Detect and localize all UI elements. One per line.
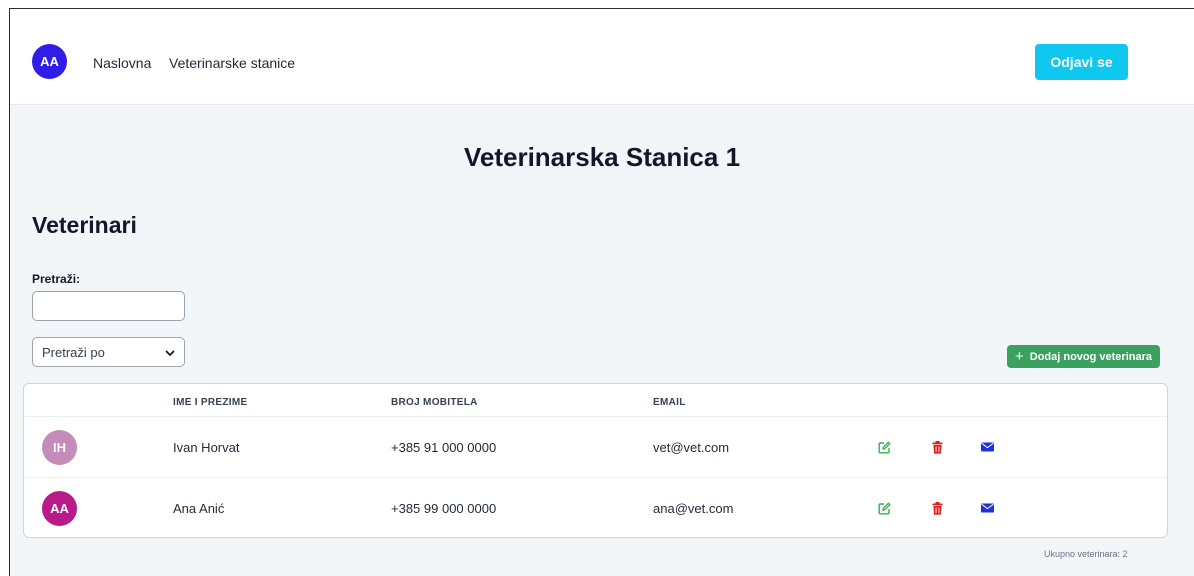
search-input[interactable] (32, 291, 185, 321)
vet-email: ana@vet.com (653, 501, 734, 516)
add-veterinarian-label: Dodaj novog veterinara (1029, 350, 1153, 363)
logout-button[interactable]: Odjavi se (1035, 44, 1128, 80)
app-frame: AA Naslovna Veterinarske stanice Odjavi … (9, 8, 1194, 576)
search-by-select-value: Pretraži po (42, 344, 105, 360)
table-row: IH Ivan Horvat +385 91 000 0000 vet@vet.… (24, 416, 1167, 477)
add-veterinarian-button[interactable]: + Dodaj novog veterinara (1007, 345, 1160, 368)
nav-link-home[interactable]: Naslovna (93, 55, 151, 71)
column-header-phone: BROJ MOBITELA (391, 397, 478, 408)
vet-phone: +385 99 000 0000 (391, 501, 497, 516)
vet-name: Ana Anić (173, 501, 225, 516)
veterinarians-table: IME I PREZIME BROJ MOBITELA EMAIL IH Iva… (23, 383, 1168, 538)
user-avatar[interactable]: AA (32, 44, 67, 79)
column-header-name: IME I PREZIME (173, 397, 248, 408)
trash-icon[interactable] (929, 500, 945, 516)
chevron-down-icon (165, 350, 175, 356)
edit-icon[interactable] (876, 439, 892, 455)
column-header-email: EMAIL (653, 397, 686, 408)
total-count: Ukupno veterinara: 2 (1044, 549, 1128, 559)
envelope-icon[interactable] (979, 439, 995, 455)
trash-icon[interactable] (929, 439, 945, 455)
vet-name: Ivan Horvat (173, 440, 240, 455)
top-navbar: AA Naslovna Veterinarske stanice Odjavi … (10, 9, 1194, 105)
vet-email: vet@vet.com (653, 440, 730, 455)
search-label: Pretraži: (32, 272, 81, 286)
page-title: Veterinarska Stanica 1 (463, 142, 741, 172)
vet-phone: +385 91 000 0000 (391, 440, 497, 455)
edit-icon[interactable] (876, 500, 892, 516)
table-row: AA Ana Anić +385 99 000 0000 ana@vet.com (24, 477, 1167, 538)
envelope-icon[interactable] (979, 500, 995, 516)
nav-link-stations[interactable]: Veterinarske stanice (169, 55, 295, 71)
avatar: AA (42, 491, 77, 526)
search-by-select[interactable]: Pretraži po (32, 337, 185, 367)
avatar: IH (42, 430, 77, 465)
section-title: Veterinari (32, 212, 137, 238)
plus-icon: + (1014, 348, 1024, 365)
